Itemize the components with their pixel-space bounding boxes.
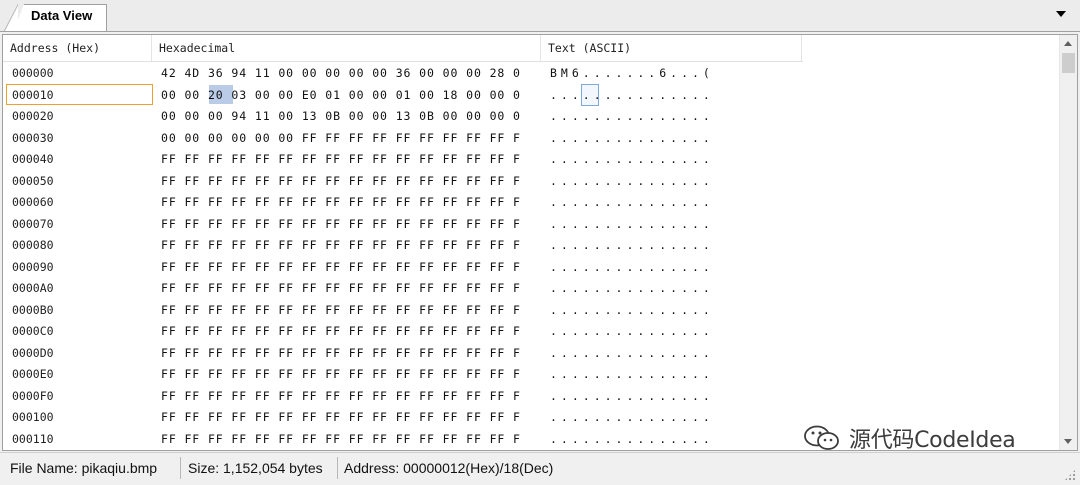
row-ascii[interactable]: ............... [550,195,714,209]
row-ascii[interactable]: ............... [550,410,714,424]
row-ascii[interactable]: ............... [550,217,714,231]
row-address[interactable]: 000100 [12,410,54,424]
row-address[interactable]: 000090 [12,260,54,274]
row-hex-bytes[interactable]: FF FF FF FF FF FF FF FF FF FF FF FF FF F… [161,195,521,209]
row-ascii[interactable]: ............... [550,389,714,403]
row-hex-bytes[interactable]: FF FF FF FF FF FF FF FF FF FF FF FF FF F… [161,324,521,338]
row-ascii[interactable]: BM6.......6...( [550,66,714,80]
row-ascii[interactable]: ............... [550,432,714,446]
row-hex-bytes[interactable]: FF FF FF FF FF FF FF FF FF FF FF FF FF F… [161,152,521,166]
table-row[interactable]: 0000C0 FF FF FF FF FF FF FF FF FF FF FF F… [3,320,1057,342]
status-file-name: File Name: pikaqiu.bmp [10,460,158,476]
row-address[interactable]: 000000 [12,66,54,80]
row-ascii[interactable]: ............... [550,303,714,317]
table-row[interactable]: 000000 42 4D 36 94 11 00 00 00 00 00 36 0… [3,62,1057,84]
row-hex-bytes[interactable]: FF FF FF FF FF FF FF FF FF FF FF FF FF F… [161,389,521,403]
data-view-pane: Address (Hex) Hexadecimal Text (ASCII) 0… [2,34,1078,451]
row-address[interactable]: 000030 [12,131,54,145]
row-address[interactable]: 000110 [12,432,54,446]
table-row[interactable]: 000050 FF FF FF FF FF FF FF FF FF FF FF F… [3,170,1057,192]
row-hex-bytes[interactable]: 42 4D 36 94 11 00 00 00 00 00 36 00 00 0… [161,66,521,80]
status-address: Address: 00000012(Hex)/18(Dec) [344,460,554,476]
row-address[interactable]: 000060 [12,195,54,209]
row-address[interactable]: 0000F0 [12,389,54,403]
row-address[interactable]: 0000E0 [12,367,54,381]
table-row[interactable]: 0000A0 FF FF FF FF FF FF FF FF FF FF FF F… [3,277,1057,299]
tab-strip: Data View [0,0,1080,32]
table-row[interactable]: 000060 FF FF FF FF FF FF FF FF FF FF FF F… [3,191,1057,213]
status-bar: File Name: pikaqiu.bmp Size: 1,152,054 b… [0,452,1080,485]
watermark: 源代码CodeIdea [803,421,1016,451]
row-address[interactable]: 000040 [12,152,54,166]
row-hex-bytes[interactable]: FF FF FF FF FF FF FF FF FF FF FF FF FF F… [161,217,521,231]
row-ascii[interactable]: ............... [550,131,714,145]
row-ascii[interactable]: ............... [550,260,714,274]
tab-data-view-label: Data View [31,8,93,23]
table-row[interactable]: 0000E0 FF FF FF FF FF FF FF FF FF FF FF F… [3,363,1057,385]
row-hex-bytes[interactable]: FF FF FF FF FF FF FF FF FF FF FF FF FF F… [161,260,521,274]
row-hex-bytes[interactable]: 00 00 20 03 00 00 E0 01 00 00 01 00 18 0… [161,88,521,102]
row-hex-bytes[interactable]: 00 00 00 00 00 00 FF FF FF FF FF FF FF F… [161,131,521,145]
row-ascii[interactable]: ............... [550,174,714,188]
watermark-text: 源代码CodeIdea [849,428,1016,451]
row-hex-bytes[interactable]: FF FF FF FF FF FF FF FF FF FF FF FF FF F… [161,346,521,360]
table-row[interactable]: 000080 FF FF FF FF FF FF FF FF FF FF FF F… [3,234,1057,256]
tab-menu-chevron-down-icon[interactable] [1056,11,1066,17]
row-hex-bytes[interactable]: FF FF FF FF FF FF FF FF FF FF FF FF FF F… [161,281,521,295]
row-address[interactable]: 000050 [12,174,54,188]
table-row[interactable]: 000020 00 00 00 94 11 00 13 0B 00 00 13 0… [3,105,1057,127]
row-ascii[interactable]: ............... [550,88,714,102]
table-row[interactable]: 0000D0 FF FF FF FF FF FF FF FF FF FF FF F… [3,342,1057,364]
scroll-thumb[interactable] [1062,53,1075,73]
scroll-up-icon[interactable] [1064,41,1072,46]
row-address[interactable]: 0000C0 [12,324,54,338]
row-address[interactable]: 000010 [12,88,54,102]
column-header: Address (Hex) Hexadecimal Text (ASCII) [3,35,803,62]
row-ascii[interactable]: ............... [550,346,714,360]
table-row[interactable]: 0000B0 FF FF FF FF FF FF FF FF FF FF FF F… [3,299,1057,321]
row-address[interactable]: 0000B0 [12,303,54,317]
row-address[interactable]: 0000D0 [12,346,54,360]
row-address[interactable]: 000080 [12,238,54,252]
col-address-header[interactable]: Address (Hex) [3,35,152,61]
row-address[interactable]: 000020 [12,109,54,123]
row-hex-bytes[interactable]: FF FF FF FF FF FF FF FF FF FF FF FF FF F… [161,238,521,252]
table-row[interactable]: 000010 00 00 20 03 00 00 E0 01 00 00 01 0… [3,83,1057,106]
row-address[interactable]: 0000A0 [12,281,54,295]
scroll-down-icon[interactable] [1064,439,1072,444]
table-row[interactable]: 000040 FF FF FF FF FF FF FF FF FF FF FF F… [3,148,1057,170]
resize-grip-icon[interactable] [1064,469,1076,481]
row-hex-bytes[interactable]: FF FF FF FF FF FF FF FF FF FF FF FF FF F… [161,174,521,188]
col-hex-header[interactable]: Hexadecimal [152,35,541,61]
hex-rows: 000000 42 4D 36 94 11 00 00 00 00 00 36 0… [3,62,1057,449]
row-ascii[interactable]: ............... [550,367,714,381]
row-ascii[interactable]: ............... [550,281,714,295]
row-ascii[interactable]: ............... [550,109,714,123]
row-ascii[interactable]: ............... [550,152,714,166]
row-hex-bytes[interactable]: FF FF FF FF FF FF FF FF FF FF FF FF FF F… [161,432,521,446]
row-address[interactable]: 000070 [12,217,54,231]
vertical-scrollbar[interactable] [1059,35,1077,450]
row-hex-bytes[interactable]: FF FF FF FF FF FF FF FF FF FF FF FF FF F… [161,367,521,381]
row-hex-bytes[interactable]: 00 00 00 94 11 00 13 0B 00 00 13 0B 00 0… [161,109,521,123]
row-hex-bytes[interactable]: FF FF FF FF FF FF FF FF FF FF FF FF FF F… [161,303,521,317]
col-text-header[interactable]: Text (ASCII) [541,35,802,61]
table-row[interactable]: 000030 00 00 00 00 00 00 FF FF FF FF FF F… [3,127,1057,149]
row-ascii[interactable]: ............... [550,238,714,252]
status-size: Size: 1,152,054 bytes [188,460,323,476]
table-row[interactable]: 000090 FF FF FF FF FF FF FF FF FF FF FF F… [3,256,1057,278]
table-row[interactable]: 0000F0 FF FF FF FF FF FF FF FF FF FF FF F… [3,385,1057,407]
row-hex-bytes[interactable]: FF FF FF FF FF FF FF FF FF FF FF FF FF F… [161,410,521,424]
row-ascii[interactable]: ............... [550,324,714,338]
wechat-icon [804,425,839,450]
table-row[interactable]: 000070 FF FF FF FF FF FF FF FF FF FF FF F… [3,213,1057,235]
